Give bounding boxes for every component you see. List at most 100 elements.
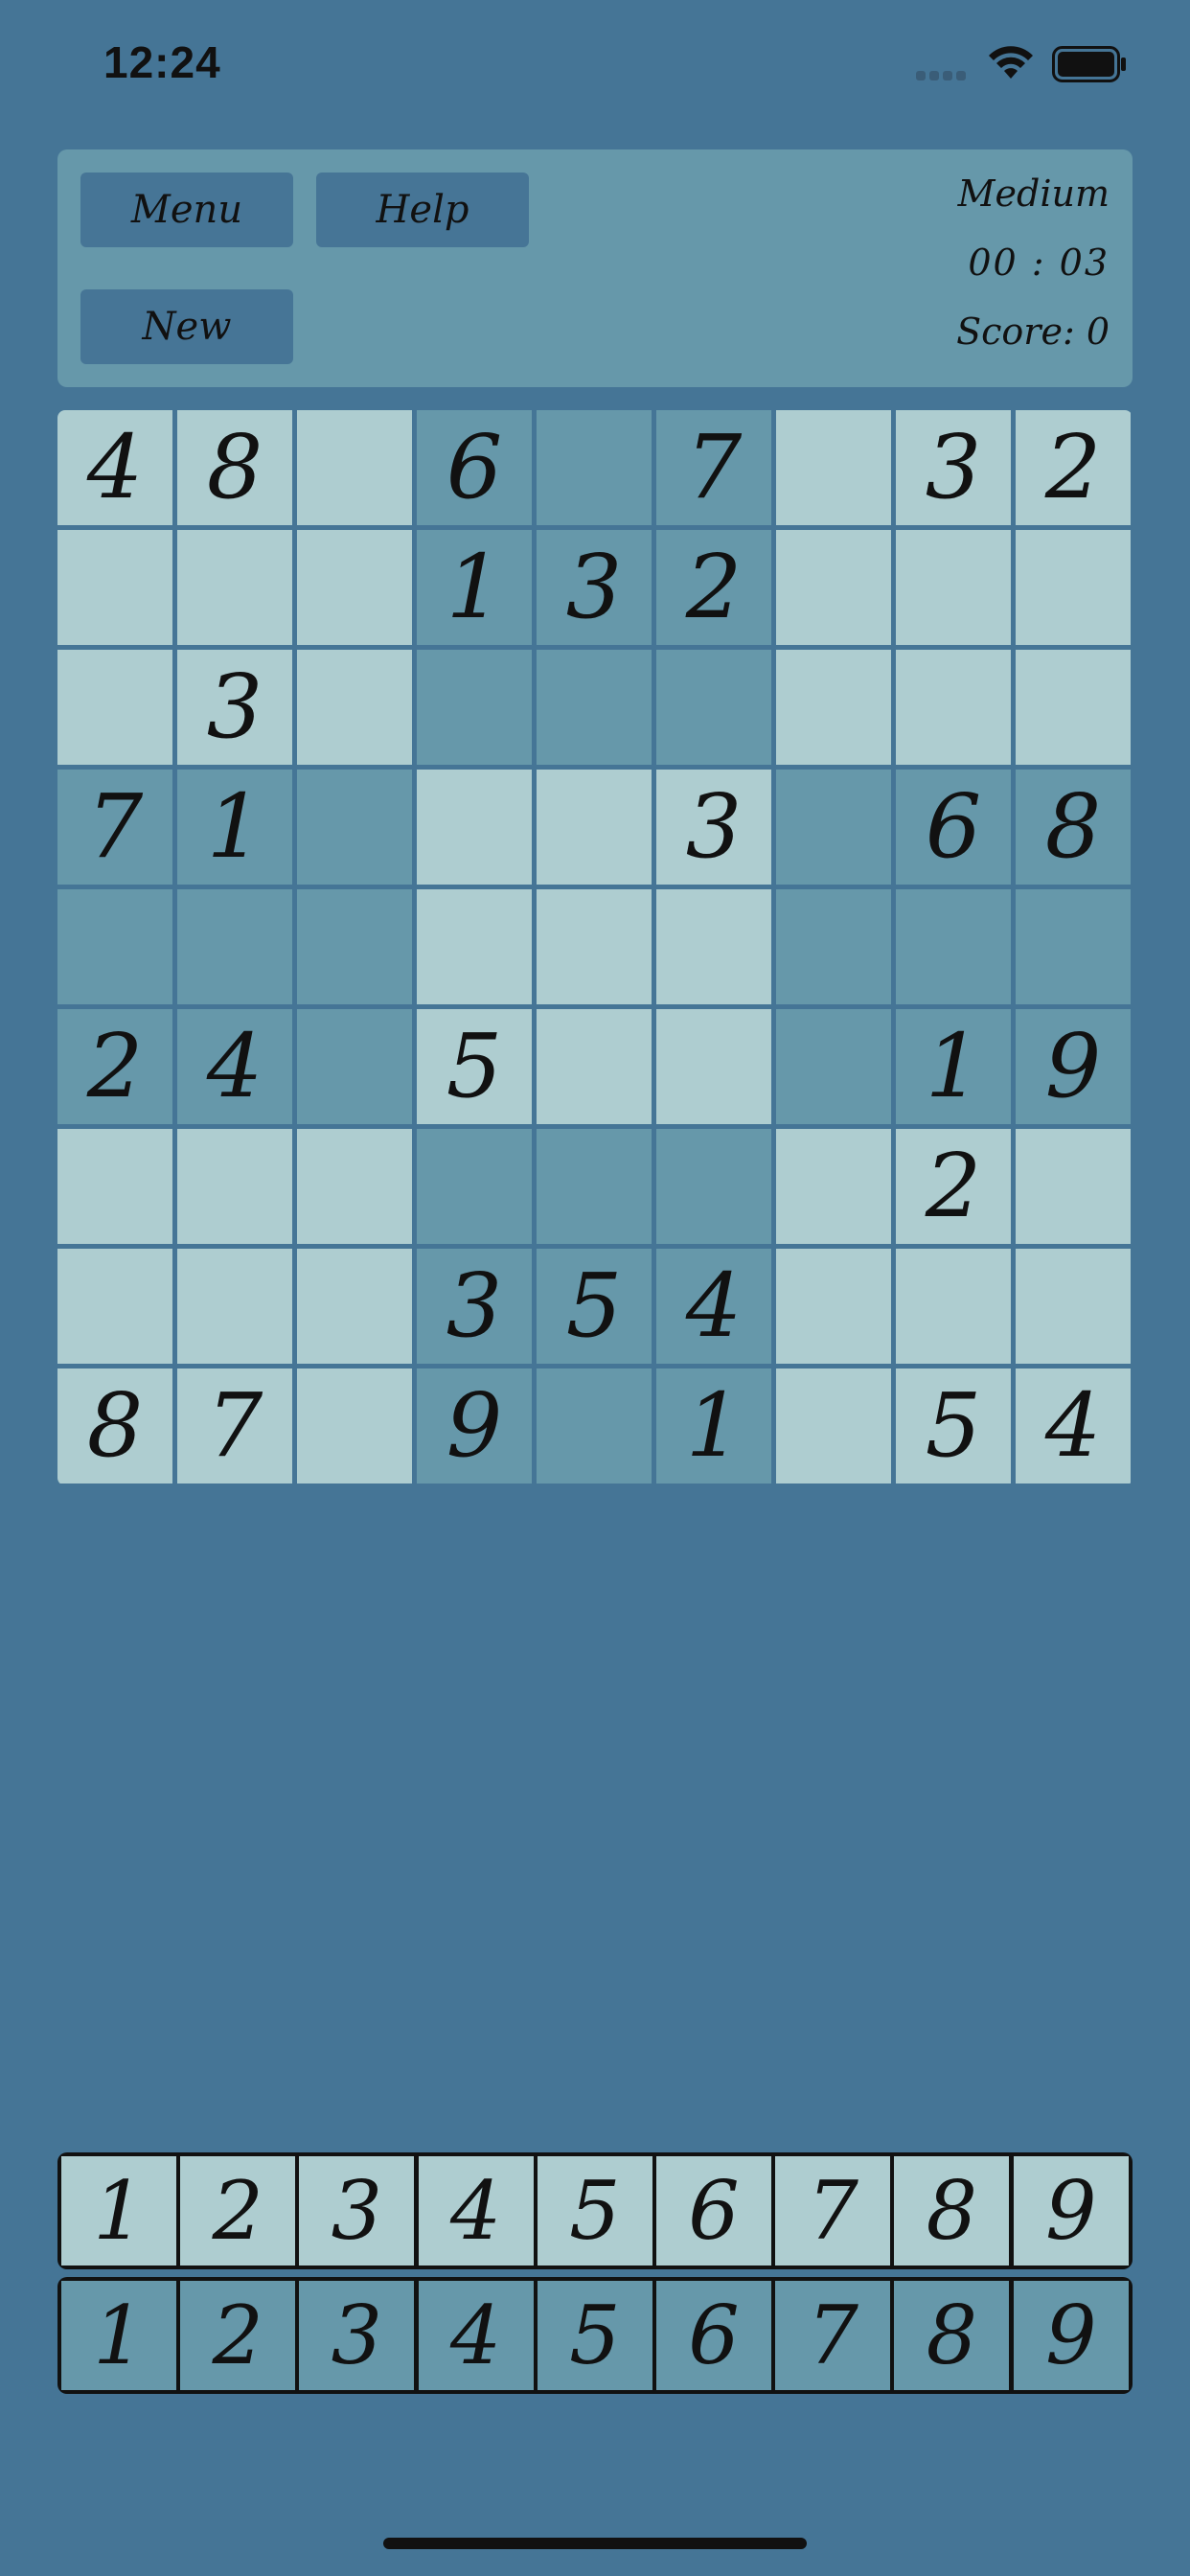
- sudoku-cell[interactable]: [776, 889, 891, 1004]
- sudoku-cell[interactable]: 6: [417, 410, 532, 525]
- sudoku-cell[interactable]: 8: [177, 410, 292, 525]
- number-key[interactable]: 9: [1013, 2156, 1129, 2266]
- sudoku-cell[interactable]: [177, 889, 292, 1004]
- sudoku-cell[interactable]: [297, 889, 412, 1004]
- sudoku-cell[interactable]: 5: [896, 1368, 1011, 1484]
- sudoku-cell[interactable]: [297, 410, 412, 525]
- number-key[interactable]: 1: [61, 2281, 176, 2390]
- sudoku-cell[interactable]: [417, 650, 532, 765]
- sudoku-cell[interactable]: 9: [417, 1368, 532, 1484]
- sudoku-cell[interactable]: 4: [177, 1009, 292, 1124]
- sudoku-cell[interactable]: [537, 410, 652, 525]
- sudoku-cell[interactable]: [297, 650, 412, 765]
- sudoku-cell[interactable]: [537, 1009, 652, 1124]
- sudoku-cell[interactable]: [537, 650, 652, 765]
- sudoku-cell[interactable]: [297, 530, 412, 645]
- sudoku-cell[interactable]: 4: [1016, 1368, 1131, 1484]
- sudoku-cell[interactable]: 6: [896, 770, 1011, 885]
- sudoku-cell[interactable]: [537, 889, 652, 1004]
- number-key[interactable]: 8: [894, 2281, 1010, 2390]
- sudoku-cell[interactable]: 5: [537, 1249, 652, 1364]
- sudoku-cell[interactable]: 2: [1016, 410, 1131, 525]
- number-key[interactable]: 7: [775, 2281, 891, 2390]
- sudoku-cell[interactable]: 1: [896, 1009, 1011, 1124]
- sudoku-cell[interactable]: 5: [417, 1009, 532, 1124]
- sudoku-cell[interactable]: 3: [896, 410, 1011, 525]
- sudoku-cell[interactable]: [297, 770, 412, 885]
- sudoku-cell[interactable]: [1016, 650, 1131, 765]
- sudoku-cell[interactable]: [1016, 530, 1131, 645]
- number-key[interactable]: 2: [180, 2281, 296, 2390]
- sudoku-cell[interactable]: [417, 770, 532, 885]
- number-key[interactable]: 8: [894, 2156, 1010, 2266]
- sudoku-cell[interactable]: [896, 530, 1011, 645]
- sudoku-cell[interactable]: [297, 1009, 412, 1124]
- number-key[interactable]: 4: [418, 2156, 534, 2266]
- sudoku-cell[interactable]: 9: [1016, 1009, 1131, 1124]
- sudoku-cell[interactable]: 7: [57, 770, 172, 885]
- sudoku-cell[interactable]: [537, 1368, 652, 1484]
- help-button[interactable]: Help: [316, 172, 529, 247]
- sudoku-cell[interactable]: [537, 1129, 652, 1244]
- sudoku-cell[interactable]: [656, 889, 771, 1004]
- sudoku-cell[interactable]: [776, 770, 891, 885]
- sudoku-cell[interactable]: 8: [1016, 770, 1131, 885]
- sudoku-cell[interactable]: 3: [417, 1249, 532, 1364]
- sudoku-cell[interactable]: [896, 650, 1011, 765]
- sudoku-cell[interactable]: [57, 889, 172, 1004]
- sudoku-cell[interactable]: [177, 1129, 292, 1244]
- number-key[interactable]: 5: [537, 2281, 652, 2390]
- menu-button[interactable]: Menu: [80, 172, 293, 247]
- sudoku-cell[interactable]: 4: [656, 1249, 771, 1364]
- sudoku-cell[interactable]: 1: [177, 770, 292, 885]
- sudoku-cell[interactable]: [776, 410, 891, 525]
- sudoku-cell[interactable]: 2: [656, 530, 771, 645]
- sudoku-cell[interactable]: 7: [656, 410, 771, 525]
- number-key[interactable]: 2: [180, 2156, 296, 2266]
- sudoku-cell[interactable]: 3: [537, 530, 652, 645]
- new-game-button[interactable]: New: [80, 289, 293, 364]
- number-key[interactable]: 9: [1013, 2281, 1129, 2390]
- sudoku-cell[interactable]: [896, 1249, 1011, 1364]
- sudoku-cell[interactable]: [417, 889, 532, 1004]
- sudoku-cell[interactable]: [896, 889, 1011, 1004]
- sudoku-cell[interactable]: [297, 1368, 412, 1484]
- sudoku-cell[interactable]: [57, 650, 172, 765]
- number-key[interactable]: 3: [299, 2156, 415, 2266]
- sudoku-cell[interactable]: [1016, 1249, 1131, 1364]
- number-key[interactable]: 6: [656, 2281, 771, 2390]
- sudoku-cell[interactable]: [656, 1009, 771, 1124]
- sudoku-cell[interactable]: [57, 530, 172, 645]
- number-key[interactable]: 4: [418, 2281, 534, 2390]
- sudoku-cell[interactable]: [776, 1368, 891, 1484]
- sudoku-cell[interactable]: [776, 1129, 891, 1244]
- number-key[interactable]: 5: [537, 2156, 652, 2266]
- sudoku-cell[interactable]: [297, 1129, 412, 1244]
- sudoku-cell[interactable]: [297, 1249, 412, 1364]
- sudoku-cell[interactable]: 3: [656, 770, 771, 885]
- sudoku-cell[interactable]: [776, 1249, 891, 1364]
- sudoku-cell[interactable]: 8: [57, 1368, 172, 1484]
- number-key[interactable]: 6: [656, 2156, 771, 2266]
- number-key[interactable]: 7: [775, 2156, 891, 2266]
- sudoku-cell[interactable]: [57, 1249, 172, 1364]
- sudoku-cell[interactable]: 2: [57, 1009, 172, 1124]
- sudoku-cell[interactable]: [417, 1129, 532, 1244]
- sudoku-cell[interactable]: [656, 1129, 771, 1244]
- sudoku-cell[interactable]: [776, 530, 891, 645]
- sudoku-cell[interactable]: [57, 1129, 172, 1244]
- number-key[interactable]: 3: [299, 2281, 415, 2390]
- sudoku-cell[interactable]: [177, 530, 292, 645]
- sudoku-cell[interactable]: 3: [177, 650, 292, 765]
- sudoku-cell[interactable]: [177, 1249, 292, 1364]
- sudoku-cell[interactable]: [1016, 1129, 1131, 1244]
- sudoku-cell[interactable]: 1: [656, 1368, 771, 1484]
- sudoku-cell[interactable]: [537, 770, 652, 885]
- sudoku-cell[interactable]: [656, 650, 771, 765]
- sudoku-cell[interactable]: [776, 1009, 891, 1124]
- sudoku-cell[interactable]: [776, 650, 891, 765]
- sudoku-cell[interactable]: 2: [896, 1129, 1011, 1244]
- number-key[interactable]: 1: [61, 2156, 176, 2266]
- sudoku-cell[interactable]: 1: [417, 530, 532, 645]
- sudoku-cell[interactable]: 4: [57, 410, 172, 525]
